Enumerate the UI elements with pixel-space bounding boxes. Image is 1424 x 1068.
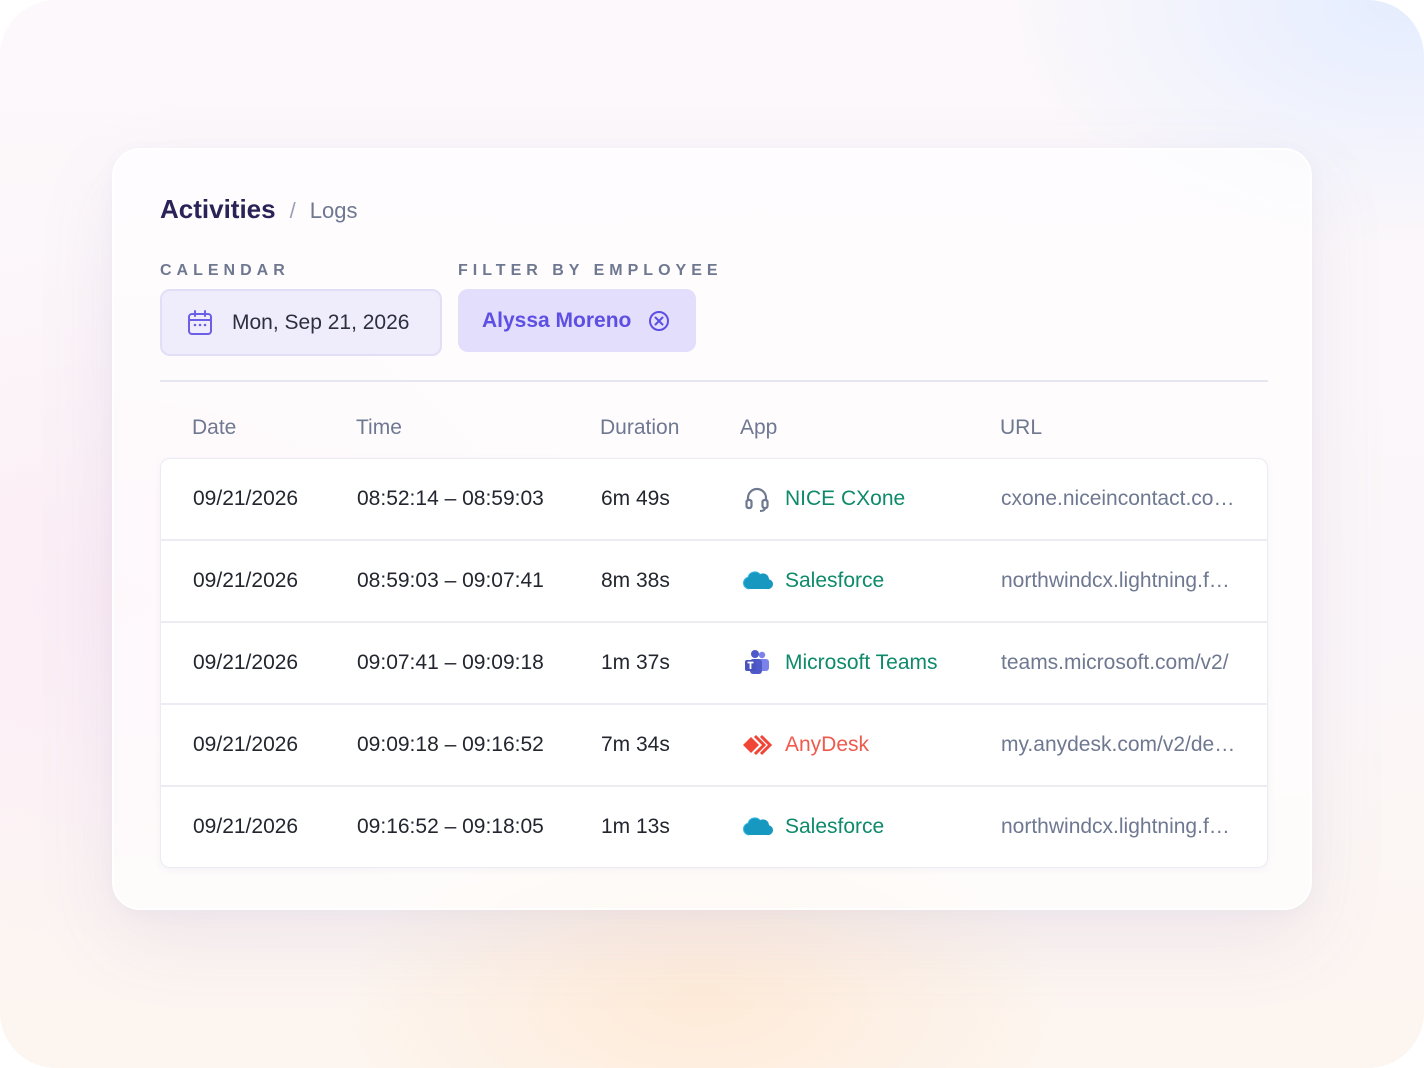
activity-logs-card: Activities / Logs CALENDAR FILTER BY EMP… bbox=[112, 148, 1312, 910]
cell-duration: 1m 37s bbox=[601, 651, 670, 674]
cell-date: 09/21/2026 bbox=[193, 815, 299, 838]
cell-date: 09/21/2026 bbox=[193, 733, 299, 756]
cell-app: Salesforce bbox=[741, 787, 884, 867]
breadcrumb: Activities / Logs bbox=[160, 194, 357, 225]
cell-duration: 1m 13s bbox=[601, 815, 670, 838]
breadcrumb-separator: / bbox=[289, 198, 296, 223]
url-text[interactable]: teams.microsoft.com/v2/ bbox=[1001, 651, 1241, 675]
anydesk-icon bbox=[741, 729, 773, 761]
url-text[interactable]: cxone.niceincontact.com/agent bbox=[1001, 487, 1241, 511]
column-header-duration: Duration bbox=[600, 416, 680, 439]
calendar-icon bbox=[186, 309, 214, 337]
cell-date: 09/21/2026 bbox=[193, 651, 299, 674]
employee-filter-value: Alyssa Moreno bbox=[482, 308, 632, 332]
cell-time: 08:52:14 – 08:59:03 bbox=[357, 487, 544, 510]
url-text[interactable]: northwindcx.lightning.force.com bbox=[1001, 815, 1241, 839]
cell-time: 09:16:52 – 09:18:05 bbox=[357, 815, 544, 838]
calendar-date-picker[interactable]: Mon, Sep 21, 2026 bbox=[160, 289, 442, 356]
cell-duration: 7m 34s bbox=[601, 733, 670, 756]
breadcrumb-logs: Logs bbox=[309, 198, 358, 223]
headset-icon bbox=[741, 483, 773, 515]
cell-url: teams.microsoft.com/v2/ bbox=[1001, 623, 1241, 703]
activity-table: 09/21/2026 08:52:14 – 08:59:03 6m 49s NI… bbox=[160, 458, 1268, 868]
teams-icon bbox=[741, 647, 773, 679]
calendar-date-value: Mon, Sep 21, 2026 bbox=[232, 310, 410, 334]
cell-url: northwindcx.lightning.force.com bbox=[1001, 787, 1241, 867]
cell-duration: 8m 38s bbox=[601, 569, 670, 592]
cell-date: 09/21/2026 bbox=[193, 487, 299, 510]
table-row[interactable]: 09/21/2026 09:16:52 – 09:18:05 1m 13s Sa… bbox=[161, 787, 1267, 867]
table-row[interactable]: 09/21/2026 09:07:41 – 09:09:18 1m 37s Mi… bbox=[161, 623, 1267, 705]
column-header-app: App bbox=[740, 416, 778, 439]
app-name: Salesforce bbox=[785, 569, 885, 592]
column-header-time: Time bbox=[356, 416, 402, 439]
app-name: AnyDesk bbox=[785, 733, 870, 756]
calendar-label: CALENDAR bbox=[160, 262, 290, 279]
section-divider bbox=[160, 380, 1268, 382]
employee-filter-chip[interactable]: Alyssa Moreno bbox=[458, 289, 696, 352]
cell-app: AnyDesk bbox=[741, 705, 869, 785]
app-name: Salesforce bbox=[785, 815, 885, 838]
cell-url: cxone.niceincontact.com/agent bbox=[1001, 459, 1241, 539]
column-header-url: URL bbox=[1000, 416, 1043, 439]
breadcrumb-activities[interactable]: Activities bbox=[160, 194, 276, 225]
cell-url: northwindcx.lightning.force.com bbox=[1001, 541, 1241, 621]
cell-app: Microsoft Teams bbox=[741, 623, 938, 703]
app-name: NICE CXone bbox=[785, 487, 906, 510]
cell-time: 08:59:03 – 09:07:41 bbox=[357, 569, 544, 592]
clear-filter-icon[interactable] bbox=[647, 309, 671, 333]
url-text[interactable]: my.anydesk.com/v2/devices bbox=[1001, 733, 1241, 757]
table-row[interactable]: 09/21/2026 08:52:14 – 08:59:03 6m 49s NI… bbox=[161, 459, 1267, 541]
cell-time: 09:07:41 – 09:09:18 bbox=[357, 651, 544, 674]
cell-app: Salesforce bbox=[741, 541, 884, 621]
app-name: Microsoft Teams bbox=[785, 651, 938, 674]
salesforce-cloud-icon bbox=[741, 811, 773, 843]
column-header-date: Date bbox=[192, 416, 237, 439]
cell-url: my.anydesk.com/v2/devices bbox=[1001, 705, 1241, 785]
cell-duration: 6m 49s bbox=[601, 487, 670, 510]
table-row[interactable]: 09/21/2026 08:59:03 – 09:07:41 8m 38s Sa… bbox=[161, 541, 1267, 623]
table-row[interactable]: 09/21/2026 09:09:18 – 09:16:52 7m 34s An… bbox=[161, 705, 1267, 787]
background: Activities / Logs CALENDAR FILTER BY EMP… bbox=[0, 0, 1424, 1068]
cell-app: NICE CXone bbox=[741, 459, 905, 539]
employee-filter-label: FILTER BY EMPLOYEE bbox=[458, 262, 723, 279]
salesforce-cloud-icon bbox=[741, 565, 773, 597]
table-header: Date Time Duration App URL bbox=[160, 408, 1268, 452]
cell-date: 09/21/2026 bbox=[193, 569, 299, 592]
cell-time: 09:09:18 – 09:16:52 bbox=[357, 733, 544, 756]
url-text[interactable]: northwindcx.lightning.force.com bbox=[1001, 569, 1241, 593]
